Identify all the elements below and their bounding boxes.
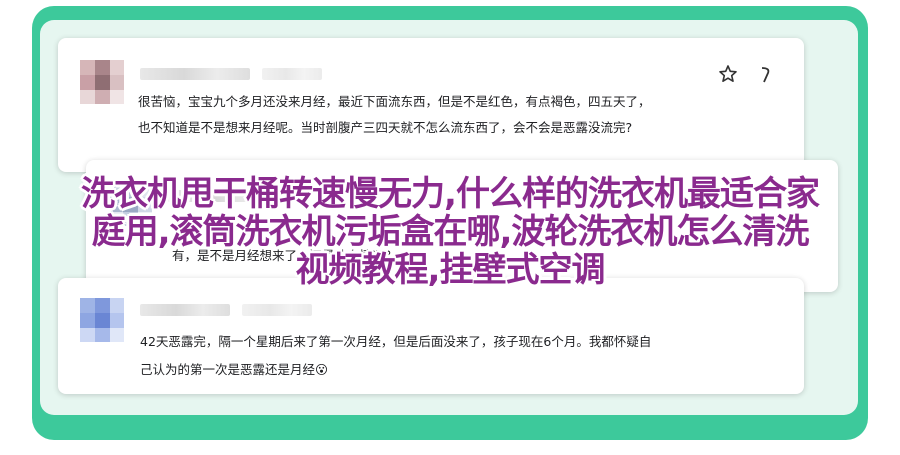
blurred-username	[140, 304, 230, 316]
star-outline-icon[interactable]	[718, 64, 738, 88]
avatar	[80, 298, 124, 342]
comment-line-1: 很苦恼，宝宝九个多月还没来月经，最近下面流东西，但是不是红色，有点褐色，四五天了…	[138, 94, 651, 109]
overlay-title-line-3: 视频教程,挂壁式空调	[295, 250, 606, 290]
comment-line-2: 也不知道是不是想来月经呢。当时剖腹产三四天就不怎么流东西了，会不会是恶露没流完?	[138, 120, 633, 135]
comment-line-2: 己认为的第一次是恶露还是月经😮	[140, 362, 329, 377]
overlay-title-line-2: 庭用,滚筒洗衣机污垢盒在哪,波轮洗衣机怎么清洗	[91, 212, 810, 252]
comment-line-1: 42天恶露完，隔一个星期后来了第一次月经，但是后面没来了，孩子现在6个月。我都怀…	[140, 334, 652, 349]
blurred-meta	[242, 304, 312, 316]
comment-card-1: 很苦恼，宝宝九个多月还没来月经，最近下面流东西，但是不是红色，有点褐色，四五天了…	[58, 38, 804, 172]
more-icon[interactable]	[758, 64, 774, 88]
avatar	[80, 60, 124, 104]
overlay-title-line-1: 洗衣机甩干桶转速慢无力,什么样的洗衣机最适合家	[81, 174, 820, 214]
comment-card-3: 42天恶露完，隔一个星期后来了第一次月经，但是后面没来了，孩子现在6个月。我都怀…	[58, 278, 804, 394]
blurred-meta	[262, 68, 322, 80]
blurred-username	[140, 68, 250, 80]
